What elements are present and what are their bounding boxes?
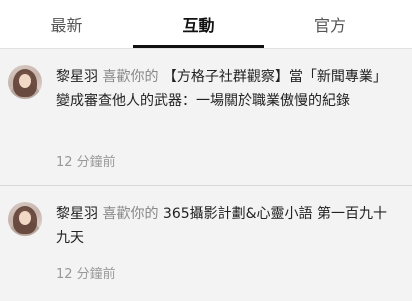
user-name[interactable]: 黎星羽 (56, 206, 98, 222)
notification-list: 黎星羽 喜歡你的 【方格子社群觀察】當「新聞專業」變成審查他人的武器：一場關於職… (0, 49, 412, 301)
notification-time: 12 分鐘前 (56, 267, 116, 282)
avatar-face (19, 211, 31, 225)
tab-interactions-label: 互動 (182, 16, 215, 35)
tab-interactions[interactable]: 互動 (133, 0, 264, 48)
tab-latest[interactable]: 最新 (0, 0, 133, 48)
tab-bar: 最新 互動 官方 (0, 0, 412, 49)
notification-time: 12 分鐘前 (56, 155, 116, 170)
notification-item[interactable]: 黎星羽 喜歡你的 【方格子社群觀察】當「新聞專業」變成審查他人的武器：一場關於職… (0, 49, 412, 186)
user-name[interactable]: 黎星羽 (56, 69, 98, 85)
avatar[interactable] (8, 202, 42, 236)
tab-official-label: 官方 (313, 16, 346, 35)
avatar[interactable] (8, 65, 42, 99)
notification-text: 黎星羽 喜歡你的 365攝影計劃&心靈小語 第一百九十九天 (56, 202, 394, 250)
tab-latest-label: 最新 (50, 16, 83, 35)
tab-official[interactable]: 官方 (264, 0, 396, 48)
avatar-face (19, 74, 31, 88)
notification-text: 黎星羽 喜歡你的 【方格子社群觀察】當「新聞專業」變成審查他人的武器：一場關於職… (56, 65, 394, 113)
notification-action: 喜歡你的 (102, 206, 159, 222)
notification-item[interactable]: 黎星羽 喜歡你的 365攝影計劃&心靈小語 第一百九十九天 12 分鐘前 (0, 186, 412, 301)
notification-action: 喜歡你的 (102, 69, 159, 85)
